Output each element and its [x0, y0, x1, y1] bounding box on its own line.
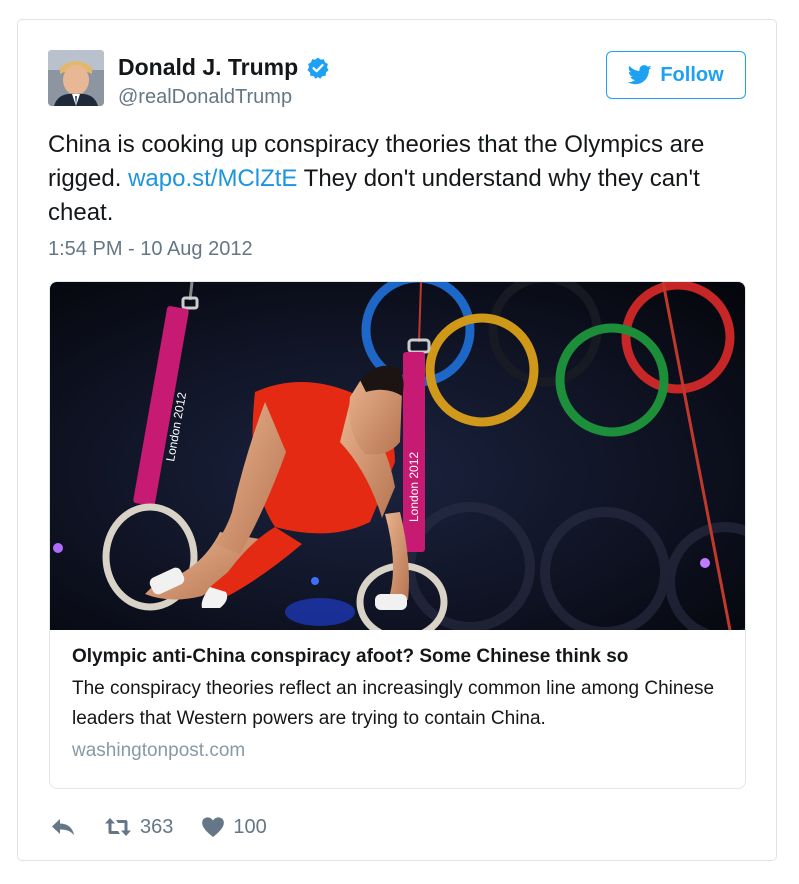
- author-name-text: Donald J. Trump: [118, 54, 299, 80]
- like-button[interactable]: 100: [201, 815, 267, 839]
- card-description: The conspiracy theories reflect an incre…: [72, 678, 715, 729]
- twitter-bird-icon: [628, 65, 652, 85]
- tweet-timestamp[interactable]: 1:54 PM - 10 Aug 2012: [48, 238, 253, 261]
- author-names: Donald J. Trump @realDonaldTrump: [118, 54, 330, 109]
- author-name[interactable]: Donald J. Trump: [118, 54, 330, 81]
- reply-icon: [52, 819, 74, 835]
- tweet-header: Donald J. Trump @realDonaldTrump Follow: [48, 50, 746, 110]
- tweet-text: China is cooking up conspiracy theories …: [48, 128, 738, 230]
- strap-right-label: London 2012: [407, 452, 421, 522]
- reply-button[interactable]: [50, 817, 76, 837]
- card-title[interactable]: Olympic anti-China conspiracy afoot? Som…: [72, 644, 732, 670]
- tweet-link[interactable]: wapo.st/MClZtE: [128, 165, 297, 192]
- card-domain: washingtonpost.com: [72, 740, 246, 761]
- verified-badge-icon: [306, 56, 330, 80]
- heart-icon: [202, 817, 225, 837]
- retweet-icon: [105, 818, 131, 836]
- follow-label: Follow: [660, 63, 724, 86]
- avatar[interactable]: [48, 50, 104, 106]
- follow-button[interactable]: Follow: [606, 51, 746, 99]
- card-image: London 2012 London 2012: [50, 282, 745, 630]
- retweet-count: 363: [140, 815, 174, 838]
- retweet-button[interactable]: 363: [104, 816, 173, 839]
- author-handle[interactable]: @realDonaldTrump: [118, 86, 330, 109]
- like-count: 100: [233, 815, 267, 838]
- card-body: Olympic anti-China conspiracy afoot? Som…: [72, 644, 732, 762]
- link-preview-card[interactable]: London 2012 London 2012 Olympic anti-Chi…: [49, 281, 746, 789]
- tweet-actions: 363 100: [50, 812, 295, 842]
- tweet-card: Donald J. Trump @realDonaldTrump Follow …: [17, 19, 777, 861]
